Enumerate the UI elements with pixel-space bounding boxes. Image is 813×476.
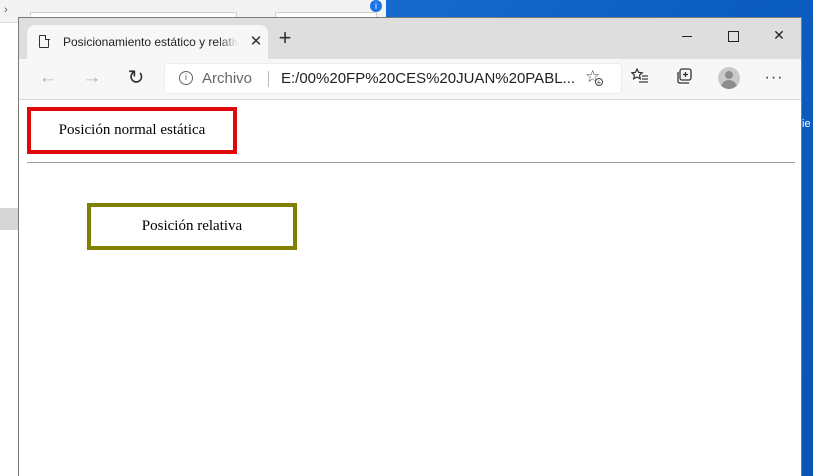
- tab-title: Posicionamiento estático y relativo: [63, 35, 239, 49]
- background-window-scroll-marker: [0, 208, 18, 230]
- minimize-icon: [682, 35, 692, 37]
- browser-window: Posicionamiento estático y relativo ✕ + …: [18, 17, 802, 476]
- page-content: Posición normal estática Posición relati…: [19, 100, 801, 476]
- more-button[interactable]: ···: [763, 67, 785, 89]
- back-arrow-icon: ←: [38, 67, 58, 88]
- profile-button[interactable]: [718, 67, 740, 89]
- add-favorite-plus-icon: +: [595, 78, 603, 87]
- window-close-button[interactable]: ✕: [756, 22, 802, 50]
- browser-toolbar: ← → ↻ i Archivo E:/00%20FP%20CES%20JUAN%…: [19, 59, 801, 100]
- favorites-icon: [630, 67, 648, 83]
- collections-icon: [677, 68, 692, 84]
- favorites-button[interactable]: [629, 67, 651, 89]
- back-button[interactable]: ←: [33, 65, 63, 93]
- new-tab-button[interactable]: +: [274, 27, 296, 50]
- static-position-box: Posición normal estática: [27, 107, 237, 154]
- maximize-button[interactable]: [710, 22, 756, 50]
- tab-active[interactable]: Posicionamiento estático y relativo ✕: [27, 25, 268, 59]
- tab-close-icon[interactable]: ✕: [248, 32, 264, 50]
- address-scheme-label: Archivo: [202, 70, 253, 87]
- profile-icon-body: [721, 80, 737, 89]
- url-text[interactable]: E:/00%20FP%20CES%20JUAN%20PABL...: [281, 70, 575, 87]
- refresh-icon: ↻: [127, 67, 145, 89]
- collections-button[interactable]: [674, 67, 696, 89]
- maximize-icon: [727, 30, 739, 42]
- profile-icon: [725, 71, 733, 79]
- minimize-button[interactable]: [664, 22, 710, 50]
- desktop-edge-text: ie: [802, 118, 811, 130]
- refresh-button[interactable]: ↻: [121, 65, 151, 93]
- tab-strip: Posicionamiento estático y relativo ✕ + …: [19, 18, 801, 59]
- address-separator: [268, 71, 269, 87]
- forward-arrow-icon: →: [82, 67, 102, 88]
- relative-position-box: Posición relativa: [87, 203, 297, 250]
- forward-button[interactable]: →: [77, 65, 107, 93]
- chevron-right-icon: ›: [4, 4, 8, 16]
- page-icon: [39, 34, 50, 48]
- horizontal-rule: [27, 162, 795, 163]
- address-bar[interactable]: i Archivo E:/00%20FP%20CES%20JUAN%20PABL…: [164, 63, 622, 94]
- info-icon[interactable]: i: [179, 71, 193, 85]
- more-icon: ···: [764, 69, 784, 86]
- info-badge-icon: i: [370, 0, 382, 12]
